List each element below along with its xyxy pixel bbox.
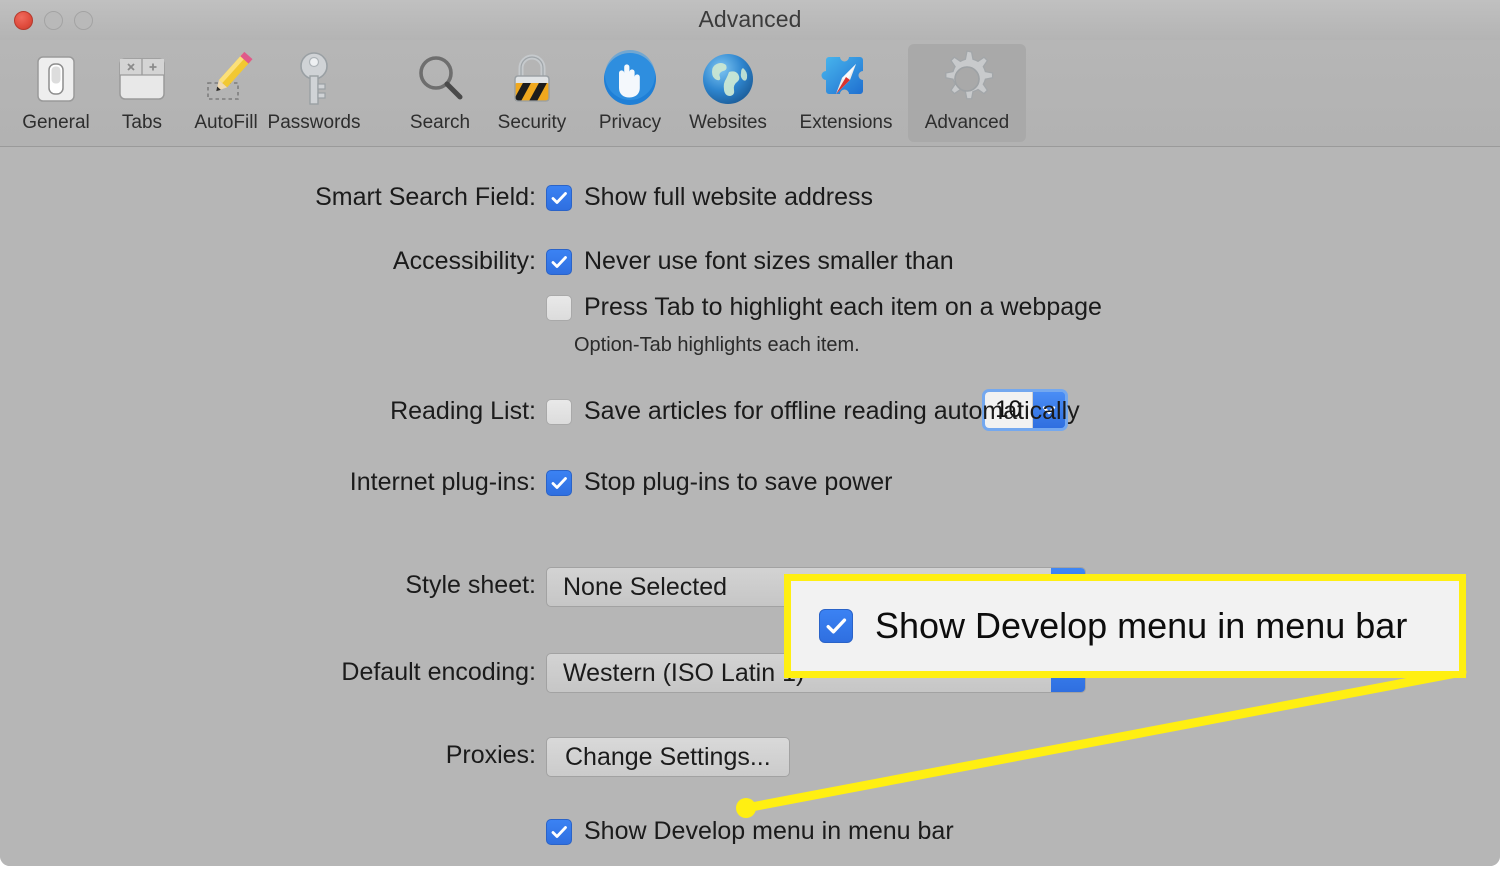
proxies-label: Proxies: <box>445 741 536 769</box>
toolbar-item-websites[interactable]: Websites <box>682 44 774 142</box>
press-tab-highlight-label: Press Tab to highlight each item on a we… <box>584 293 1102 321</box>
autofill-pencil-icon <box>193 46 259 112</box>
save-articles-offline-label: Save articles for offline reading automa… <box>584 397 1080 425</box>
save-articles-offline-checkbox[interactable] <box>546 398 572 425</box>
tabs-icon <box>109 46 175 112</box>
window-titlebar: Advanced <box>0 0 1500 40</box>
internet-plugins-label: Internet plug-ins: <box>349 468 536 496</box>
toolbar-label: Websites <box>689 112 767 133</box>
smart-search-row: Show full website address <box>546 183 873 212</box>
extensions-puzzle-icon <box>813 46 879 112</box>
preferences-toolbar: General Tabs AutoFill Passwords Search S… <box>0 40 1500 147</box>
internet-plugins-row: Stop plug-ins to save power <box>546 468 893 497</box>
toolbar-label: Extensions <box>799 112 893 133</box>
style-sheet-label: Style sheet: <box>405 571 536 599</box>
accessibility-tab-row: Press Tab to highlight each item on a we… <box>546 293 1102 322</box>
preferences-window: Advanced General Tabs AutoFill Passwords… <box>0 0 1500 866</box>
toolbar-item-search[interactable]: Search <box>394 44 486 142</box>
change-settings-button[interactable]: Change Settings... <box>546 737 790 777</box>
stop-plugins-save-power-checkbox[interactable] <box>546 469 572 496</box>
search-magnifier-icon <box>407 46 473 112</box>
privacy-hand-icon <box>597 46 663 112</box>
accessibility-hint-row: Option-Tab highlights each item. <box>574 334 860 357</box>
toolbar-item-extensions[interactable]: Extensions <box>800 44 892 142</box>
show-full-address-checkbox[interactable] <box>546 184 572 211</box>
toolbar-label: Advanced <box>924 112 1010 133</box>
smart-search-field-label: Smart Search Field: <box>315 183 536 211</box>
toolbar-item-passwords[interactable]: Passwords <box>268 44 360 142</box>
accessibility-label: Accessibility: <box>392 247 536 275</box>
toolbar-label: Tabs <box>121 112 163 133</box>
style-sheet-value: None Selected <box>563 572 728 601</box>
advanced-settings-pane: Smart Search Field: Show full website ad… <box>0 147 1500 866</box>
toolbar-item-general[interactable]: General <box>10 44 102 142</box>
toolbar-item-autofill[interactable]: AutoFill <box>180 44 272 142</box>
show-develop-menu-checkbox[interactable] <box>546 818 572 845</box>
window-title: Advanced <box>698 6 802 32</box>
toolbar-label: General <box>22 112 90 133</box>
annotation-callout: Show Develop menu in menu bar <box>784 574 1466 678</box>
toolbar-item-tabs[interactable]: Tabs <box>96 44 188 142</box>
default-encoding-value: Western (ISO Latin 1) <box>563 658 805 687</box>
reading-list-row: Save articles for offline reading automa… <box>546 397 1080 426</box>
show-full-address-label: Show full website address <box>584 183 874 211</box>
passwords-key-icon <box>281 46 347 112</box>
toolbar-item-advanced[interactable]: Advanced <box>908 44 1026 142</box>
security-padlock-icon <box>499 46 565 112</box>
toolbar-item-security[interactable]: Security <box>486 44 578 142</box>
never-use-font-sizes-checkbox[interactable] <box>546 248 572 275</box>
reading-list-label: Reading List: <box>390 397 536 425</box>
accessibility-fontsize-row: Never use font sizes smaller than <box>546 247 954 276</box>
show-develop-menu-label: Show Develop menu in menu bar <box>584 817 954 845</box>
callout-checkbox-icon <box>819 609 853 643</box>
option-tab-hint: Option-Tab highlights each item. <box>574 334 860 356</box>
toolbar-label: Passwords <box>267 112 361 133</box>
press-tab-highlight-checkbox[interactable] <box>546 294 572 321</box>
toolbar-item-privacy[interactable]: Privacy <box>584 44 676 142</box>
stop-plugins-save-power-label: Stop plug-ins to save power <box>584 468 893 496</box>
toolbar-label: Search <box>409 112 471 133</box>
advanced-gear-icon <box>934 46 1000 112</box>
websites-globe-icon <box>695 46 761 112</box>
toolbar-label: AutoFill <box>194 112 258 133</box>
toolbar-label: Security <box>497 112 567 133</box>
default-encoding-label: Default encoding: <box>341 658 536 686</box>
develop-menu-row: Show Develop menu in menu bar <box>546 817 954 846</box>
general-switch-icon <box>23 46 89 112</box>
never-use-font-sizes-label: Never use font sizes smaller than <box>584 247 954 275</box>
toolbar-label: Privacy <box>598 112 662 133</box>
callout-label: Show Develop menu in menu bar <box>875 605 1408 646</box>
